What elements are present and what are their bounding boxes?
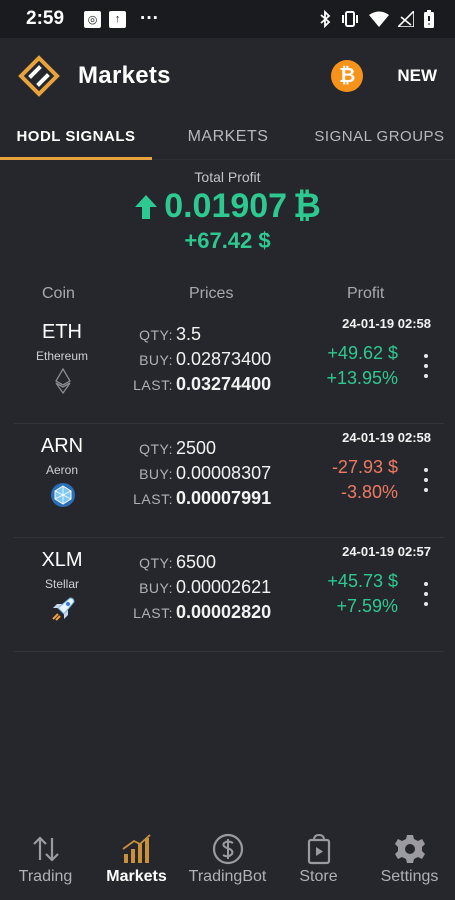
signal-timestamp: 24-01-19 02:57 (342, 544, 431, 559)
dollar-circle-icon (212, 833, 243, 865)
profit-percent: +13.95% (326, 368, 398, 388)
nav-store[interactable]: Store (273, 826, 364, 900)
last-label: LAST: (133, 377, 173, 393)
last-label: LAST: (133, 491, 173, 507)
nav-settings[interactable]: Settings (364, 826, 455, 900)
qty-value: 2500 (176, 438, 217, 458)
column-headers: Coin Prices Profit (0, 285, 455, 307)
bitcoin-symbol: ₿ (293, 187, 321, 225)
profit-percent: +7.59% (336, 596, 398, 616)
active-tab-indicator (0, 157, 152, 160)
profit-usd: +45.73 $ (327, 571, 398, 591)
arrow-up-icon (135, 194, 158, 219)
buy-label: BUY: (139, 580, 173, 596)
ethereum-icon (55, 368, 71, 394)
buy-price: 0.00008307 (176, 463, 272, 483)
upload-icon: ↑ (109, 10, 127, 28)
tab-signal-groups[interactable]: SIGNAL GROUPS (304, 114, 455, 159)
coin-symbol: ETH (42, 321, 82, 343)
nav-label: Trading (18, 868, 73, 885)
gear-icon (394, 835, 425, 863)
trading-arrows-icon (32, 836, 59, 862)
price-details: QTY: 2500 BUY: 0.00008307 LAST: 0.00007991 (114, 438, 271, 513)
total-profit-btc: 0.01907 ₿ (0, 187, 455, 226)
coin-row-arn[interactable]: ARN Aeron QTY: 2500 BUY: 0.00008307 LAST: 0… (14, 424, 444, 538)
tab-hodl-signals[interactable]: HODL SIGNALS (0, 114, 152, 159)
new-button[interactable]: NEW (397, 66, 437, 86)
profit-usd: -27.93 $ (331, 457, 398, 477)
status-time: 2:59 (26, 8, 65, 29)
total-profit-usd: +67.42 $ (184, 228, 271, 253)
signal-timestamp: 24-01-19 02:58 (342, 430, 431, 445)
total-profit-label: Total Profit (194, 169, 261, 185)
tab-label: SIGNAL GROUPS (314, 128, 445, 145)
last-price: 0.00002820 (176, 602, 272, 622)
notification-icon: ◎ (84, 10, 102, 28)
qty-label: QTY: (139, 327, 173, 343)
nav-tradingbot[interactable]: TradingBot (182, 826, 273, 900)
more-options-icon[interactable] (416, 468, 436, 492)
wifi-icon (369, 11, 389, 27)
store-bag-icon (307, 833, 330, 865)
coin-row-eth[interactable]: ETH Ethereum QTY: 3.5 BUY: 0.02873400 LAST… (14, 310, 444, 424)
column-prices: Prices (189, 285, 234, 302)
last-price: 0.00007991 (176, 488, 272, 508)
tab-bar: HODL SIGNALS MARKETS SIGNAL GROUPS (0, 114, 455, 160)
tab-label: MARKETS (187, 127, 269, 145)
buy-label: BUY: (139, 466, 173, 482)
total-profit-btc-value: 0.01907 (164, 187, 288, 225)
profit-usd: +49.62 $ (327, 343, 398, 363)
buy-price: 0.02873400 (176, 349, 272, 369)
app-bar: Markets ₿ NEW (0, 38, 455, 114)
last-price: 0.03274400 (176, 374, 272, 394)
qty-label: QTY: (139, 441, 173, 457)
column-profit: Profit (347, 285, 385, 302)
bluetooth-icon (320, 10, 331, 28)
more-options-icon[interactable] (416, 582, 436, 606)
qty-value: 3.5 (176, 324, 202, 344)
nav-label: Store (299, 868, 338, 885)
app-logo-icon (18, 55, 60, 97)
buy-label: BUY: (139, 352, 173, 368)
price-details: QTY: 6500 BUY: 0.00002621 LAST: 0.00002820 (114, 552, 271, 627)
tab-markets[interactable]: MARKETS (152, 114, 304, 159)
markets-bars-icon (121, 834, 151, 863)
nav-label: TradingBot (188, 868, 267, 885)
coin-name: Aeron (45, 463, 79, 477)
coin-symbol: ARN (40, 435, 84, 457)
qty-label: QTY: (139, 555, 173, 571)
price-details: QTY: 3.5 BUY: 0.02873400 LAST: 0.03274400 (114, 324, 271, 399)
bitcoin-coin-button[interactable]: ₿ (331, 60, 364, 92)
nav-markets[interactable]: Markets (91, 826, 182, 900)
profit-percent: -3.80% (340, 482, 398, 502)
more-notifications-icon: ··· (140, 8, 160, 29)
battery-icon (424, 10, 434, 28)
vibrate-icon (342, 11, 358, 27)
signal-timestamp: 24-01-19 02:58 (342, 316, 431, 331)
nav-trading[interactable]: Trading (0, 826, 91, 900)
column-coin: Coin (42, 285, 75, 302)
nav-label: Settings (380, 868, 439, 885)
bottom-navigation: Trading Markets TradingBot Store Setting… (0, 826, 455, 900)
total-profit-summary: Total Profit 0.01907 ₿ +67.42 $ (0, 160, 455, 254)
coin-name: Stellar (44, 577, 79, 591)
tab-label: HODL SIGNALS (16, 128, 136, 145)
signal-icon (398, 11, 414, 27)
last-label: LAST: (133, 605, 173, 621)
aeron-icon (51, 483, 75, 507)
nav-label: Markets (106, 868, 167, 885)
status-bar: 2:59 ◎ ↑ ··· (0, 0, 455, 38)
qty-value: 6500 (176, 552, 217, 572)
buy-price: 0.00002621 (176, 577, 272, 597)
coin-row-xlm[interactable]: XLM Stellar QTY: 6500 BUY: 0.00002621 LAST… (14, 538, 444, 652)
stellar-icon (52, 597, 75, 621)
coin-name: Ethereum (35, 349, 89, 363)
more-options-icon[interactable] (416, 354, 436, 378)
page-title: Markets (78, 62, 171, 89)
coin-symbol: XLM (41, 549, 83, 571)
